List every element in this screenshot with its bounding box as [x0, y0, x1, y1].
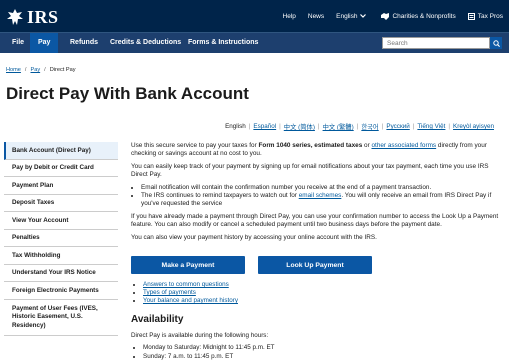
nav-forms-instructions[interactable]: Forms & Instructions	[180, 33, 266, 53]
balance-history-link[interactable]: Your balance and payment history	[143, 297, 238, 304]
page-title: Direct Pay With Bank Account	[6, 84, 249, 103]
language-links: English | Español | 中文 (简体) | 中文 (繁體) | 한국어 |…	[225, 122, 494, 131]
breadcrumb-separator: /	[44, 67, 46, 73]
sidebar: Bank Account (Direct Pay) Pay by Debit o…	[4, 142, 118, 336]
search-input[interactable]	[382, 37, 490, 49]
availability-heading: Availability	[131, 314, 184, 325]
sidebar-item-bank-account[interactable]: Bank Account (Direct Pay)	[4, 142, 118, 160]
search-button[interactable]	[490, 37, 502, 49]
nav-refunds[interactable]: Refunds	[62, 33, 106, 53]
hours-list: Monday to Saturday: Midnight to 11:45 p.…	[137, 344, 275, 361]
nav-pay[interactable]: Pay	[30, 33, 59, 53]
lang-chinese-simplified[interactable]: 中文 (简体)	[284, 122, 315, 131]
list-item: Types of payments	[143, 289, 238, 297]
list-item: Email notification will contain the conf…	[141, 184, 499, 192]
eagle-logo-icon	[7, 9, 23, 25]
notification-list: Email notification will contain the conf…	[141, 184, 499, 209]
breadcrumb: Home / Pay / Direct Pay	[6, 67, 76, 73]
related-links: Answers to common questions Types of pay…	[137, 281, 238, 305]
list-item: Monday to Saturday: Midnight to 11:45 p.…	[143, 344, 275, 353]
lang-haitian-creole[interactable]: Kreyòl ayisyen	[453, 123, 494, 130]
lang-chinese-traditional[interactable]: 中文 (繁體)	[323, 122, 354, 131]
history-paragraph: You can also view your payment history b…	[131, 233, 377, 241]
main-content: Use this secure service to pay your taxe…	[131, 142, 499, 246]
breadcrumb-pay[interactable]: Pay	[30, 67, 40, 73]
breadcrumb-home[interactable]: Home	[6, 67, 21, 73]
nav-file[interactable]: File	[4, 33, 32, 53]
sidebar-item-payment-plan[interactable]: Payment Plan	[4, 177, 118, 195]
breadcrumb-current: Direct Pay	[49, 67, 76, 73]
handshake-icon	[381, 12, 390, 20]
email-schemes-link[interactable]: email schemes	[299, 192, 342, 199]
list-item: Sunday: 7 a.m. to 11:45 p.m. ET	[143, 353, 275, 362]
list-item: Your balance and payment history	[143, 297, 238, 305]
lang-russian[interactable]: Русский	[386, 123, 409, 130]
other-forms-link[interactable]: other associated forms	[371, 142, 436, 149]
sidebar-item-debit-credit[interactable]: Pay by Debit or Credit Card	[4, 160, 118, 177]
sidebar-item-foreign-payments[interactable]: Foreign Electronic Payments	[4, 282, 118, 300]
help-link[interactable]: Help	[283, 13, 296, 20]
news-link[interactable]: News	[308, 13, 324, 20]
sidebar-item-penalties[interactable]: Penalties	[4, 230, 118, 247]
list-item: Answers to common questions	[143, 281, 238, 289]
lang-english: English	[225, 123, 246, 130]
common-questions-link[interactable]: Answers to common questions	[143, 281, 229, 288]
list-item: The IRS continues to remind taxpayers to…	[141, 192, 499, 209]
tax-pros-link[interactable]: Tax Pros	[467, 12, 503, 20]
top-bar: IRS Help News English Charities & Nonpro…	[0, 0, 509, 32]
language-selector[interactable]: English	[336, 13, 369, 20]
look-up-payment-button[interactable]: Look Up Payment	[258, 256, 372, 274]
sidebar-item-view-account[interactable]: View Your Account	[4, 212, 118, 230]
main-nav: File Pay Refunds Credits & Deductions Fo…	[0, 32, 509, 53]
search-icon	[492, 39, 500, 47]
types-of-payments-link[interactable]: Types of payments	[143, 289, 196, 296]
sidebar-item-user-fees[interactable]: Payment of User Fees (IVES, Historic Eas…	[4, 300, 118, 336]
chevron-down-icon	[360, 14, 367, 18]
charities-label: Charities & Nonprofits	[392, 12, 456, 20]
intro-bold: Form 1040 series, estimated taxes	[258, 142, 363, 149]
sidebar-item-irs-notice[interactable]: Understand Your IRS Notice	[4, 265, 118, 282]
logo-text: IRS	[27, 7, 59, 27]
tax-pros-label: Tax Pros	[477, 12, 503, 20]
irs-logo[interactable]: IRS	[6, 7, 59, 28]
availability-text: Direct Pay is available during the follo…	[131, 332, 269, 339]
lang-spanish[interactable]: Español	[253, 123, 276, 130]
id-card-icon	[467, 12, 475, 20]
charities-link[interactable]: Charities & Nonprofits	[381, 12, 456, 20]
nav-credits-deductions[interactable]: Credits & Deductions	[102, 33, 189, 53]
lookup-paragraph: If you have already made a payment throu…	[131, 212, 499, 229]
lang-vietnamese[interactable]: Tiếng Việt	[417, 123, 445, 130]
sidebar-item-tax-withholding[interactable]: Tax Withholding	[4, 247, 118, 265]
intro-paragraph: Use this secure service to pay your taxe…	[131, 142, 487, 158]
notification-paragraph: You can easily keep track of your paymen…	[131, 162, 489, 179]
language-label: English	[336, 12, 358, 20]
make-payment-button[interactable]: Make a Payment	[131, 256, 245, 274]
breadcrumb-separator: /	[24, 67, 27, 73]
lang-korean[interactable]: 한국어	[361, 122, 378, 131]
sidebar-item-deposit-taxes[interactable]: Deposit Taxes	[4, 195, 118, 212]
